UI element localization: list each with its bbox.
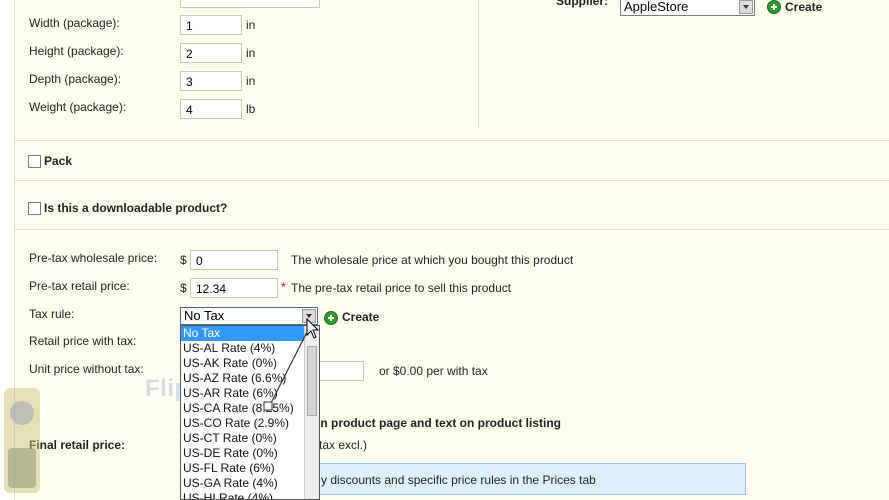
wholesale-label: Pre-tax wholesale price: <box>29 251 158 265</box>
tax-option[interactable]: US-CT Rate (0%) <box>181 431 319 446</box>
tax-option[interactable]: US-FL Rate (6%) <box>181 461 319 476</box>
top-partial-input[interactable] <box>180 0 320 8</box>
tax-rule-value: No Tax <box>184 308 225 323</box>
info-message-box: y discounts and specific price rules in … <box>312 463 746 495</box>
tax-rule-select[interactable]: No Tax <box>180 307 318 325</box>
column-divider <box>478 0 479 128</box>
final-price-note: (tax excl.) <box>315 438 368 452</box>
required-marker: * <box>281 280 286 294</box>
weight-unit: lb <box>246 102 256 116</box>
supplier-select[interactable]: AppleStore <box>620 0 755 16</box>
divider <box>14 180 889 181</box>
weight-input[interactable]: 4 <box>180 99 242 119</box>
mascot-illustration-icon <box>4 388 40 493</box>
supplier-value: AppleStore <box>624 0 689 14</box>
divider <box>14 140 889 141</box>
depth-input[interactable]: 3 <box>180 71 242 91</box>
downloadable-label: Is this a downloadable product? <box>44 201 228 215</box>
retail-with-tax-label: Retail price with tax: <box>29 334 137 348</box>
cursor-pointer-line <box>263 331 308 411</box>
downloadable-checkbox[interactable] <box>28 202 41 215</box>
tax-rule-label: Tax rule: <box>29 307 75 321</box>
width-label: Width (package): <box>29 16 120 30</box>
unit-price-help: or $0.00 per with tax <box>379 364 488 378</box>
depth-unit: in <box>246 74 256 88</box>
width-unit: in <box>246 18 256 32</box>
retail-label: Pre-tax retail price: <box>29 279 130 293</box>
wholesale-help: The wholesale price at which you bought … <box>291 253 574 267</box>
divider <box>14 229 889 230</box>
supplier-label: Supplier: <box>556 0 609 8</box>
retail-help: The pre-tax retail price to sell this pr… <box>291 281 512 295</box>
tax-option[interactable]: US-DE Rate (0%) <box>181 446 319 461</box>
tax-option[interactable]: US-CO Rate (2.9%) <box>181 416 319 431</box>
weight-label: Weight (package): <box>29 100 127 114</box>
create-tax-rule-link[interactable]: Create <box>342 310 379 324</box>
pack-checkbox[interactable] <box>28 155 41 168</box>
add-supplier-icon[interactable] <box>767 0 781 14</box>
pack-label: Pack <box>44 154 73 168</box>
wholesale-currency: $ <box>180 253 187 267</box>
wholesale-price-input[interactable]: 0 <box>190 250 278 270</box>
tax-option[interactable]: US-GA Rate (4%) <box>181 476 319 491</box>
chevron-down-icon[interactable] <box>739 0 753 14</box>
depth-label: Depth (package): <box>29 72 122 86</box>
height-input[interactable]: 2 <box>180 43 242 63</box>
add-tax-rule-icon[interactable] <box>324 311 338 325</box>
tax-option[interactable]: US-HI Rate (4%) <box>181 491 319 499</box>
height-label: Height (package): <box>29 44 124 58</box>
info-message-text: y discounts and specific price rules in … <box>321 473 596 487</box>
create-supplier-link[interactable]: Create <box>785 0 822 14</box>
retail-price-input[interactable]: 12.34 <box>190 278 278 298</box>
height-unit: in <box>246 46 256 60</box>
retail-currency: $ <box>180 281 187 295</box>
width-input[interactable]: 1 <box>180 15 242 35</box>
display-text-label: on product page and text on product list… <box>313 416 561 430</box>
